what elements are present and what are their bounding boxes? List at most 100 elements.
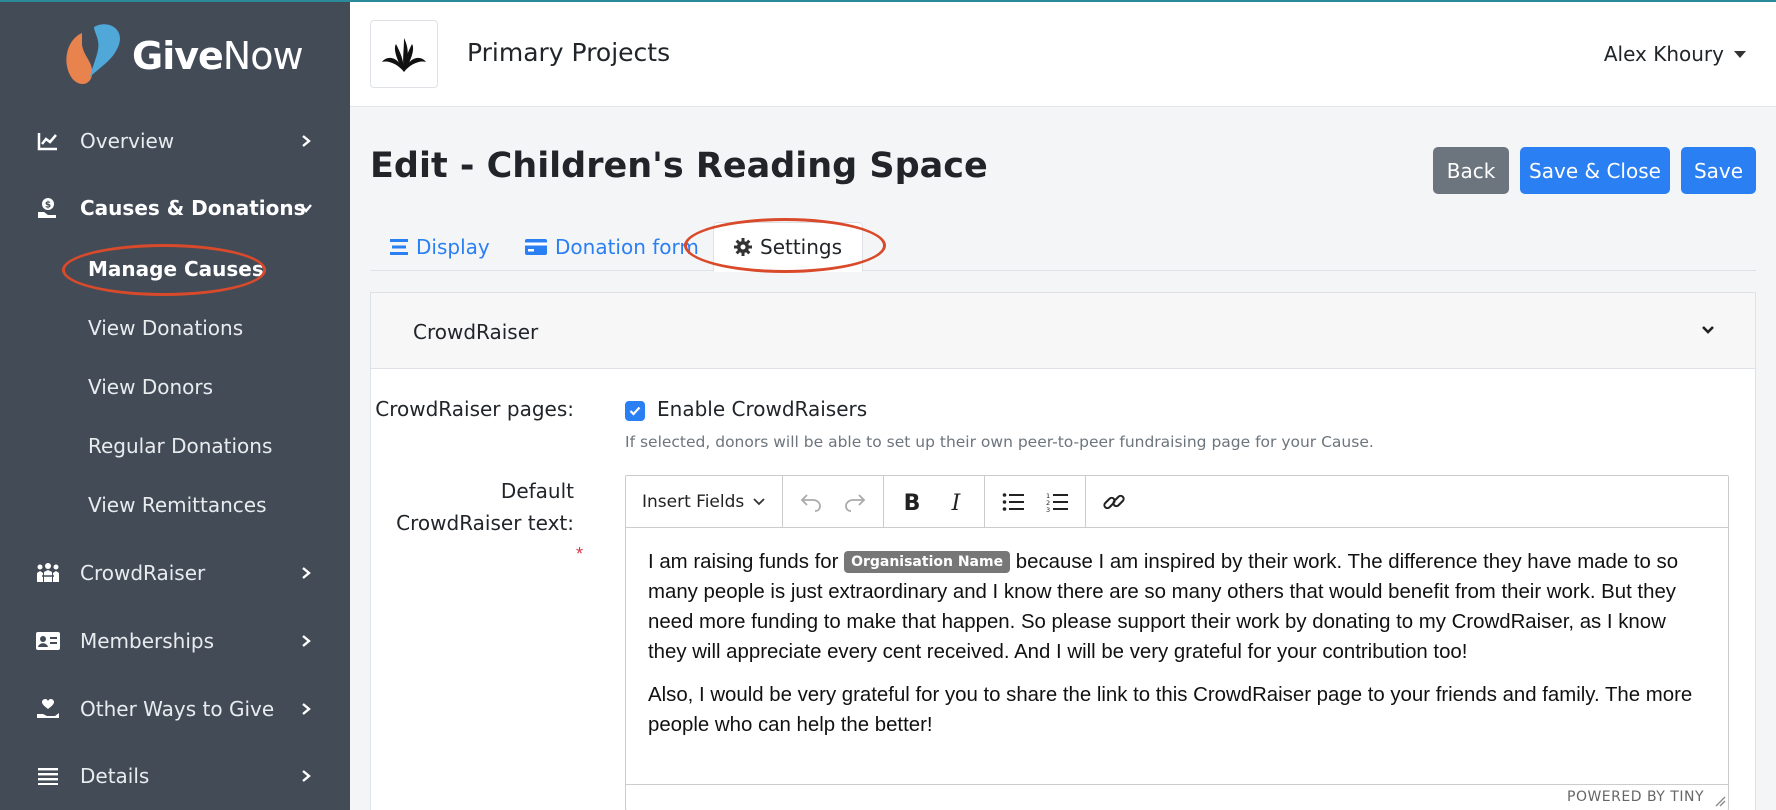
link-button[interactable]	[1094, 484, 1134, 520]
user-menu[interactable]: Alex Khoury	[1604, 42, 1746, 66]
sidebar-item-label: Details	[80, 764, 150, 788]
insert-fields-dropdown[interactable]: Insert Fields	[634, 484, 774, 520]
sidebar-subitem-view-donors[interactable]: View Donors	[88, 367, 213, 407]
leaf-logo-icon	[382, 38, 426, 72]
default-text-label-line2: CrowdRaiser text:	[396, 511, 574, 535]
enable-crowdraisers-label[interactable]: Enable CrowdRaisers	[657, 397, 867, 421]
sidebar-item-label: Causes & Donations	[80, 196, 306, 220]
editor-content[interactable]: I am raising funds for Organisation Name…	[626, 529, 1728, 784]
svg-text:B: B	[904, 491, 921, 513]
credit-card-icon	[525, 239, 547, 255]
redo-button[interactable]	[835, 484, 875, 520]
people-group-icon	[36, 561, 60, 585]
org-logo[interactable]	[370, 20, 438, 88]
brand-name: GiveNow	[132, 34, 304, 78]
toolbar-group-insert: Insert Fields	[626, 476, 784, 527]
enable-crowdraisers-checkbox[interactable]	[625, 401, 645, 421]
caret-down-icon	[1734, 50, 1746, 58]
svg-text:I: I	[951, 491, 962, 513]
sidebar-item-other-ways-to-give[interactable]: Other Ways to Give	[0, 679, 350, 739]
bold-icon: B	[904, 491, 921, 513]
editor-paragraph-2: Also, I would be very grateful for you t…	[648, 684, 1693, 736]
insert-fields-label: Insert Fields	[642, 491, 745, 512]
resize-handle-icon[interactable]	[1714, 795, 1726, 807]
editor-paragraph-1: I am raising funds for Organisation Name…	[648, 551, 1679, 663]
powered-by-tiny-link[interactable]: POWERED BY TINY	[1567, 789, 1704, 805]
sidebar-subitem-view-donations[interactable]: View Donations	[88, 308, 243, 348]
help-text: If selected, donors will be able to set …	[625, 433, 1374, 451]
rich-text-editor: Insert Fields B I 1 2 3 I am raising fun…	[625, 475, 1729, 810]
chevron-right-icon	[302, 135, 311, 147]
default-text-label-line1: Default	[500, 479, 574, 503]
chevron-down-icon	[300, 204, 312, 213]
chevron-down-icon	[753, 498, 765, 506]
tab-bar: Display Donation form Settings	[370, 218, 1756, 272]
crowdraiser-card: CrowdRaiser CrowdRaiser pages: Enable Cr…	[370, 292, 1756, 810]
chevron-down-icon	[1702, 326, 1714, 334]
givenow-heart-icon	[66, 24, 120, 84]
editor-statusbar: POWERED BY TINY	[626, 784, 1728, 810]
required-marker: *	[576, 544, 584, 564]
chevron-right-icon	[302, 567, 311, 579]
save-button[interactable]: Save	[1681, 147, 1756, 194]
editor-toolbar: Insert Fields B I 1 2 3	[626, 476, 1728, 528]
undo-button[interactable]	[791, 484, 831, 520]
sidebar-item-label: Memberships	[80, 629, 215, 653]
sidebar-item-label: Overview	[80, 129, 175, 153]
tab-display[interactable]: Display	[390, 222, 490, 272]
sidebar-item-causes-donations[interactable]: $ Causes & Donations	[0, 178, 350, 238]
bold-button[interactable]: B	[892, 484, 932, 520]
link-icon	[1103, 494, 1125, 509]
svg-text:$: $	[45, 201, 51, 211]
givenow-logo[interactable]: GiveNow	[60, 20, 304, 92]
bullet-list-icon	[1002, 492, 1025, 511]
sidebar-item-label: CrowdRaiser	[80, 561, 206, 585]
save-close-button[interactable]: Save & Close	[1520, 147, 1670, 194]
sidebar-item-overview[interactable]: Overview	[0, 111, 350, 171]
sidebar: GiveNow Overview $ Causes & Donations Ma…	[0, 0, 350, 810]
id-card-icon	[36, 629, 60, 653]
crowdraiser-pages-label: CrowdRaiser pages:	[375, 397, 574, 421]
chart-line-icon	[36, 129, 60, 153]
merge-tag-organisation-name[interactable]: Organisation Name	[844, 551, 1011, 573]
hand-heart-icon	[36, 697, 60, 721]
tab-label: Donation form	[555, 235, 699, 259]
tab-label: Settings	[760, 235, 843, 259]
back-button[interactable]: Back	[1433, 147, 1509, 194]
chevron-right-icon	[302, 770, 311, 782]
sidebar-item-crowdraiser[interactable]: CrowdRaiser	[0, 543, 350, 603]
tab-settings[interactable]: Settings	[713, 222, 864, 272]
hand-coin-icon: $	[36, 196, 60, 220]
card-title: CrowdRaiser	[413, 320, 539, 344]
chevron-right-icon	[302, 635, 311, 647]
toolbar-group-history	[783, 476, 885, 527]
page-title: Edit - Children's Reading Space	[370, 146, 988, 186]
sidebar-item-label: Other Ways to Give	[80, 697, 275, 721]
sidebar-subitem-view-remittances[interactable]: View Remittances	[88, 485, 267, 525]
tab-label: Display	[416, 235, 490, 259]
tab-donation-form[interactable]: Donation form	[525, 222, 699, 272]
italic-icon: I	[951, 491, 962, 513]
check-icon	[629, 406, 641, 416]
sidebar-subitem-manage-causes[interactable]: Manage Causes	[88, 249, 264, 289]
numbered-list-button[interactable]: 123	[1037, 484, 1077, 520]
sidebar-item-details[interactable]: Details	[0, 746, 350, 806]
sidebar-subitem-regular-donations[interactable]: Regular Donations	[88, 426, 272, 466]
gear-icon	[734, 238, 752, 256]
toolbar-group-format: B I	[884, 476, 986, 527]
align-icon	[390, 239, 408, 255]
undo-icon	[800, 493, 822, 512]
toolbar-group-link	[1086, 476, 1142, 527]
org-name: Primary Projects	[467, 38, 671, 67]
card-header[interactable]: CrowdRaiser	[371, 293, 1755, 369]
italic-button[interactable]: I	[936, 484, 976, 520]
svg-text:3: 3	[1046, 506, 1050, 512]
top-header: Primary Projects Alex Khoury	[350, 0, 1776, 107]
redo-icon	[845, 493, 866, 512]
sidebar-item-memberships[interactable]: Memberships	[0, 611, 350, 671]
bullet-list-button[interactable]	[993, 484, 1033, 520]
user-name: Alex Khoury	[1603, 42, 1724, 66]
top-accent-line	[0, 0, 1776, 2]
toolbar-group-lists: 123	[985, 476, 1087, 527]
numbered-list-icon: 123	[1046, 492, 1069, 512]
